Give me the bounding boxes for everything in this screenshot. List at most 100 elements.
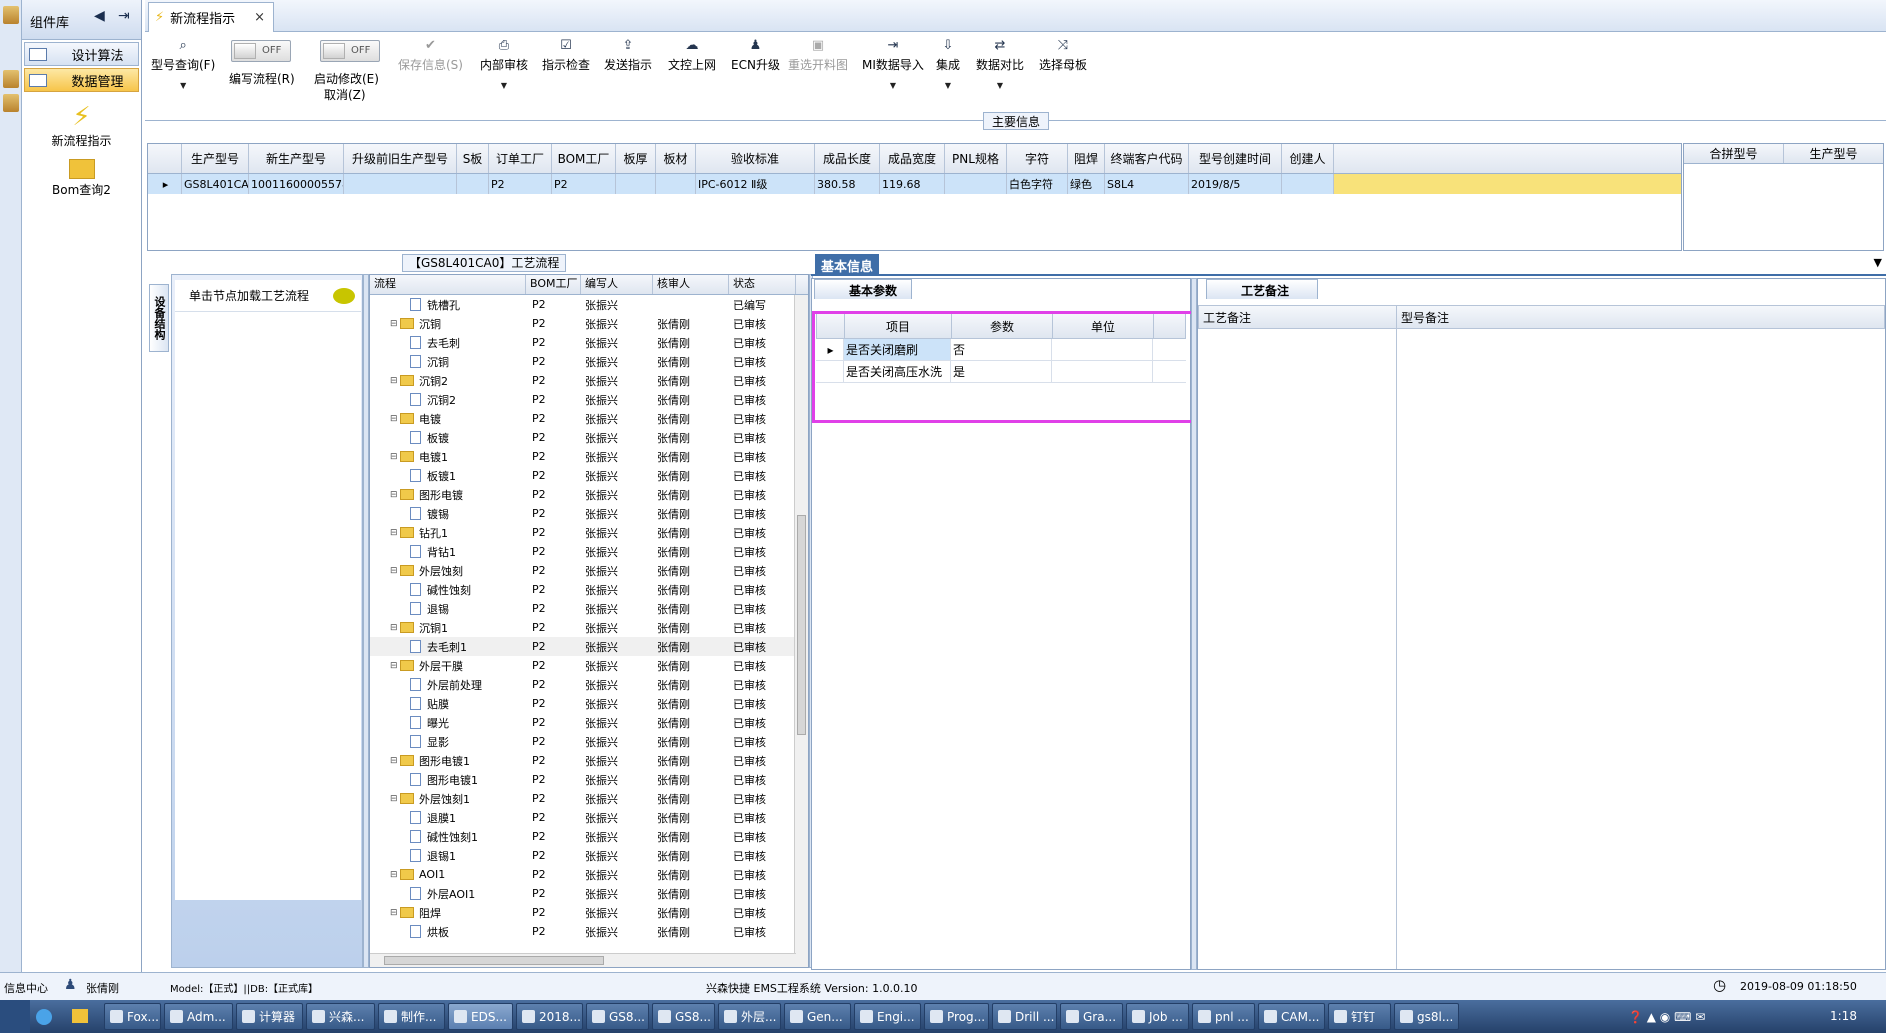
collapse-icon[interactable]: ⊟ [390,319,400,329]
cancel-label[interactable]: 取消(Z) [324,86,366,103]
taskbar-item[interactable]: Engi... [854,1003,921,1030]
column-header[interactable]: 流程 [370,275,526,294]
tree-row[interactable]: 外层AOI1 P2 张振兴 张倩刚 已审核 [370,884,808,903]
taskbar-item[interactable]: 兴森... [306,1003,375,1030]
table-cell[interactable]: GS8L401CA0 [182,174,249,194]
data-compare-button[interactable]: ⇄ 数据对比 ▼ [976,38,1024,90]
tool-icon[interactable] [3,94,19,112]
tree-row[interactable]: ⊟ 沉铜2 P2 张振兴 张倩刚 已审核 [370,371,808,390]
taskbar-item[interactable]: 钉钉 [1328,1003,1391,1030]
tree-row[interactable]: ⊟ 电镀1 P2 张振兴 张倩刚 已审核 [370,447,808,466]
tree-row[interactable]: 退膜1 P2 张振兴 张倩刚 已审核 [370,808,808,827]
table-row[interactable]: ▸ GS8L401CA0 10011600005578 P2 P2 IPC-60… [148,174,1681,194]
column-header[interactable]: 创建人 [1282,144,1334,173]
collapse-icon[interactable]: ⊟ [390,794,400,804]
table-cell[interactable] [344,174,457,194]
tree-row[interactable]: 背钻1 P2 张振兴 张倩刚 已审核 [370,542,808,561]
tree-row[interactable]: ⊟ 外层干膜 P2 张振兴 张倩刚 已审核 [370,656,808,675]
collapse-icon[interactable]: ⊟ [390,908,400,918]
chevron-down-icon[interactable]: ▼ [1874,256,1882,269]
close-icon[interactable]: × [254,10,265,25]
tree-row[interactable]: ⊟ 沉铜1 P2 张振兴 张倩刚 已审核 [370,618,808,637]
table-cell[interactable] [1282,174,1334,194]
table-cell[interactable]: S8L4 [1105,174,1189,194]
tree-row[interactable]: ⊟ 图形电镀 P2 张振兴 张倩刚 已审核 [370,485,808,504]
tree-row[interactable]: 显影 P2 张振兴 张倩刚 已审核 [370,732,808,751]
taskbar-item[interactable]: Fox... [104,1003,161,1030]
taskbar-item[interactable]: 2018... [516,1003,583,1030]
tree-row[interactable]: 镀锡 P2 张振兴 张倩刚 已审核 [370,504,808,523]
column-header[interactable]: 编写人 [581,275,653,294]
column-header[interactable]: S板 [457,144,489,173]
column-header[interactable]: 成品宽度 [880,144,945,173]
collapse-icon[interactable]: ⊟ [390,452,400,462]
tree-row[interactable]: ⊟ 电镀 P2 张振兴 张倩刚 已审核 [370,409,808,428]
collapse-icon[interactable]: ⊟ [390,870,400,880]
table-cell[interactable]: 10011600005578 [249,174,344,194]
column-header[interactable]: 阻焊 [1068,144,1105,173]
lp-item-design[interactable]: 设计算法 [24,42,139,66]
taskbar-item[interactable]: Adm... [164,1003,233,1030]
collapse-icon[interactable]: ⊟ [390,623,400,633]
table-cell[interactable]: 白色字符 [1007,174,1068,194]
column-header[interactable]: 板厚 [616,144,656,173]
ie-icon[interactable] [36,1009,52,1025]
taskbar-item[interactable]: EDS... [448,1003,513,1030]
table-cell[interactable]: 119.68 [880,174,945,194]
table-cell[interactable] [457,174,489,194]
tree-row[interactable]: 烘板 P2 张振兴 张倩刚 已审核 [370,922,808,941]
load-process-button[interactable]: 单击节点加载工艺流程 [175,280,361,312]
column-header[interactable]: PNL规格 [945,144,1007,173]
toolbox-icon[interactable] [3,6,19,24]
table-cell[interactable] [945,174,1007,194]
ecn-upgrade-button[interactable]: ♟ ECN升级 [731,38,780,73]
tree-row[interactable]: 退锡1 P2 张振兴 张倩刚 已审核 [370,846,808,865]
start-modify-switch[interactable]: OFF [320,40,380,62]
tree-row[interactable]: ⊟ AOI1 P2 张振兴 张倩刚 已审核 [370,865,808,884]
tab-basic-params[interactable]: 基本参数 [814,279,913,299]
taskbar-item[interactable]: GS8... [586,1003,649,1030]
collapse-icon[interactable]: ⊟ [390,756,400,766]
table-cell[interactable]: 绿色 [1068,174,1105,194]
model-query-button[interactable]: ⌕ 型号查询(F) ▼ [151,38,215,90]
column-header[interactable]: 型号备注 [1397,306,1884,328]
tab-basic-info[interactable]: 基本信息 [815,254,880,276]
column-header[interactable]: 生产型号 [1784,144,1883,163]
tree-row[interactable]: ⊟ 外层蚀刻1 P2 张振兴 张倩刚 已审核 [370,789,808,808]
start-icon[interactable] [0,1000,30,1033]
tree-row[interactable]: 碱性蚀刻1 P2 张振兴 张倩刚 已审核 [370,827,808,846]
column-header[interactable]: 订单工厂 [489,144,552,173]
taskbar-item[interactable]: pnl ... [1192,1003,1255,1030]
tab-process-remarks[interactable]: 工艺备注 [1206,279,1319,299]
table-cell[interactable]: P2 [552,174,616,194]
table-cell[interactable]: 2019/8/5 [1189,174,1282,194]
column-header[interactable]: 新生产型号 [249,144,344,173]
tree-row[interactable]: 曝光 P2 张振兴 张倩刚 已审核 [370,713,808,732]
tab-equipment-structure[interactable]: 设备结构 [149,284,169,352]
column-header[interactable]: 验收标准 [696,144,815,173]
table-cell[interactable] [616,174,656,194]
mi-data-import-button[interactable]: ⇥ MI数据导入 ▼ [862,38,924,90]
tree-row[interactable]: ⊟ 外层蚀刻 P2 张振兴 张倩刚 已审核 [370,561,808,580]
tool-new-process[interactable]: ⚡ 新流程指示 [22,102,141,149]
integrate-button[interactable]: ⇩ 集成 ▼ [936,38,960,90]
taskbar-item[interactable]: 计算器 [236,1003,303,1030]
tool-icon[interactable] [3,70,19,88]
taskbar-item[interactable]: 外层... [718,1003,781,1030]
column-header[interactable]: BOM工厂 [552,144,616,173]
taskbar-item[interactable]: CAM... [1258,1003,1325,1030]
table-cell[interactable]: IPC-6012 Ⅱ级 [696,174,815,194]
tree-row[interactable]: 沉铜2 P2 张振兴 张倩刚 已审核 [370,390,808,409]
table-cell[interactable]: 380.58 [815,174,880,194]
lp-item-data-management[interactable]: 数据管理 [24,68,139,92]
horizontal-scrollbar[interactable] [370,953,796,967]
write-process-switch[interactable]: OFF [231,40,291,62]
tree-row[interactable]: 去毛刺 P2 张振兴 张倩刚 已审核 [370,333,808,352]
collapse-left-icon[interactable]: ◀ [94,8,105,24]
tool-bom-query[interactable]: Bom查询2 [22,159,141,198]
column-header[interactable]: 板材 [656,144,696,173]
tree-row[interactable]: 退锡 P2 张振兴 张倩刚 已审核 [370,599,808,618]
send-instruction-button[interactable]: ⇪ 发送指示 [604,38,652,73]
column-header[interactable]: 升级前旧生产型号 [344,144,457,173]
taskbar-item[interactable]: Gra... [1060,1003,1123,1030]
